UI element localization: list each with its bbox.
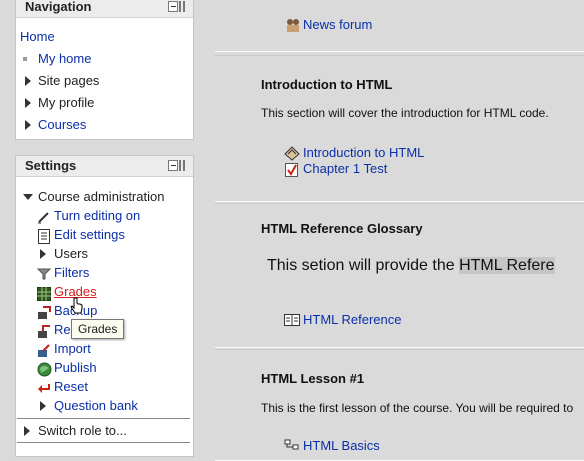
nav-item-site-pages[interactable]: Site pages: [38, 72, 99, 90]
divider: [17, 418, 190, 419]
grades-tooltip: Grades: [71, 319, 125, 339]
quiz-icon: [285, 163, 298, 177]
filter-icon: [37, 268, 51, 280]
settings-filters[interactable]: Filters: [54, 264, 89, 282]
nav-item-my-home[interactable]: My home: [38, 50, 91, 68]
publish-icon: [37, 362, 52, 377]
dock-block-icon[interactable]: [168, 160, 185, 171]
navigation-title: Navigation: [25, 0, 92, 14]
settings-doc-icon: [38, 229, 50, 244]
switch-role[interactable]: Switch role to...: [38, 422, 127, 440]
settings-title: Settings: [25, 158, 77, 173]
bullet-icon: [23, 57, 27, 61]
course-administration[interactable]: Course administration: [38, 188, 164, 206]
nav-home-link[interactable]: Home: [20, 28, 55, 46]
activity-news-forum[interactable]: News forum: [303, 16, 372, 34]
collapse-arrow-icon[interactable]: [23, 194, 33, 200]
restore-icon: [38, 325, 50, 338]
edit-pen-icon: [38, 212, 49, 224]
settings-publish[interactable]: Publish: [54, 359, 97, 377]
expand-arrow-icon[interactable]: [25, 98, 31, 108]
backup-icon: [38, 306, 51, 319]
settings-question-bank[interactable]: Question bank: [54, 397, 138, 415]
activity-chapter-1-test[interactable]: Chapter 1 Test: [303, 160, 387, 178]
settings-block-header: Settings: [16, 156, 193, 177]
nav-item-courses[interactable]: Courses: [38, 116, 86, 134]
expand-arrow-icon[interactable]: [25, 120, 31, 130]
expand-arrow-icon[interactable]: [25, 76, 31, 86]
divider: [17, 442, 190, 443]
settings-restore[interactable]: Restore: [54, 321, 72, 339]
section-summary: This section will cover the introduction…: [261, 106, 549, 120]
course-section-0: [215, 0, 584, 52]
section-title: Introduction to HTML: [261, 77, 393, 92]
settings-import[interactable]: Import: [54, 340, 91, 358]
settings-reset[interactable]: Reset: [54, 378, 88, 396]
section-summary: This is the first lesson of the course. …: [261, 401, 574, 415]
settings-turn-editing-on[interactable]: Turn editing on: [54, 207, 140, 225]
hand-cursor-icon: [70, 297, 83, 314]
expand-arrow-icon[interactable]: [24, 426, 30, 436]
expand-arrow-icon[interactable]: [40, 249, 46, 259]
section-summary: This setion will provide the HTML Refere: [267, 257, 555, 274]
forum-icon: [287, 19, 299, 32]
navigation-block-header: Navigation: [16, 0, 193, 18]
activity-html-reference[interactable]: HTML Reference: [303, 311, 402, 329]
import-icon: [38, 344, 50, 357]
settings-users[interactable]: Users: [54, 245, 88, 263]
lesson-icon: [284, 146, 300, 161]
nav-item-my-profile[interactable]: My profile: [38, 94, 94, 112]
reset-icon: [38, 384, 50, 393]
grades-icon: [37, 287, 51, 301]
glossary-icon: [284, 314, 300, 326]
settings-edit-settings[interactable]: Edit settings: [54, 226, 125, 244]
activity-html-basics[interactable]: HTML Basics: [303, 437, 380, 455]
expand-arrow-icon[interactable]: [40, 401, 46, 411]
section-title: HTML Lesson #1: [261, 371, 365, 386]
dock-block-icon[interactable]: [168, 1, 185, 12]
section-title: HTML Reference Glossary: [261, 221, 423, 236]
